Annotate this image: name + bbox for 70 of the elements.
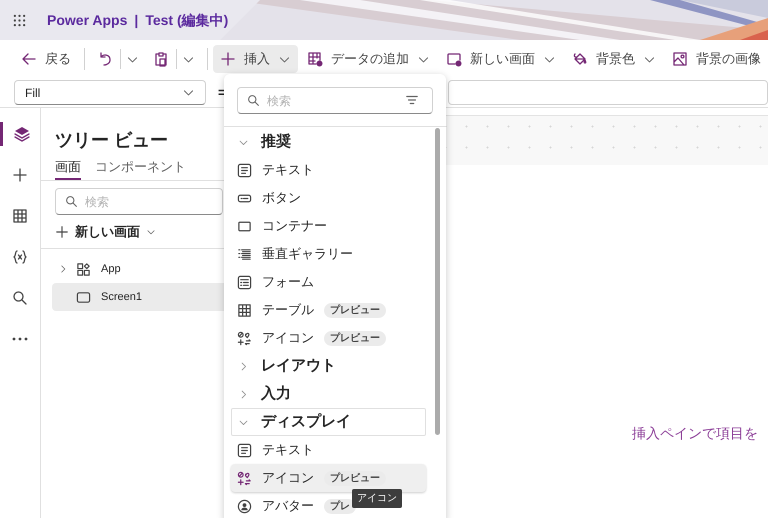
table-grid-icon bbox=[237, 302, 252, 318]
app-launcher-button[interactable] bbox=[11, 12, 27, 28]
control-item[interactable]: フォーム bbox=[231, 268, 316, 296]
canvas-hint: 挿入ペインで項目を bbox=[632, 424, 758, 443]
control-item[interactable]: テキスト bbox=[231, 156, 316, 184]
text-box-icon bbox=[237, 162, 252, 178]
screen-plus-icon bbox=[446, 51, 462, 67]
search-icon bbox=[12, 290, 28, 306]
category-header[interactable]: 推奨 bbox=[231, 128, 426, 156]
back-arrow-icon bbox=[21, 51, 37, 67]
control-item[interactable]: テーブル プレビュー bbox=[231, 296, 388, 324]
search-icon bbox=[65, 195, 78, 208]
category-header[interactable]: 入力 bbox=[231, 380, 426, 408]
search-field[interactable]: 検索 bbox=[237, 87, 433, 114]
preview-badge: プレビュー bbox=[324, 302, 386, 318]
panel-title: ツリー ビュー bbox=[54, 129, 170, 152]
layers-icon bbox=[14, 126, 30, 142]
text-box-icon bbox=[237, 442, 252, 458]
waffle-menu-icon bbox=[12, 14, 26, 26]
formula-field[interactable] bbox=[448, 80, 768, 105]
new-screen-button[interactable]: 新しい画面 bbox=[438, 45, 563, 73]
app-grid-icon bbox=[76, 262, 91, 276]
control-item[interactable]: ボタン bbox=[231, 184, 303, 212]
new-screen-button[interactable]: 新しい画面 bbox=[55, 222, 156, 242]
filter-button[interactable] bbox=[405, 93, 419, 107]
more-icon bbox=[12, 337, 28, 341]
control-item[interactable]: テキスト bbox=[231, 436, 316, 464]
filter-icon bbox=[405, 93, 419, 107]
list-icon bbox=[237, 246, 252, 262]
tree-item[interactable]: Screen1 bbox=[52, 283, 224, 311]
plus-icon bbox=[55, 225, 69, 239]
category-header[interactable]: ディスプレイ bbox=[231, 408, 426, 436]
add-data-button[interactable]: データの追加 bbox=[300, 45, 437, 73]
background-image-button[interactable]: 背景の画像 bbox=[664, 45, 768, 73]
screen-icon bbox=[76, 290, 91, 304]
title-separator: | bbox=[134, 10, 138, 30]
document-title: Test (編集中) bbox=[145, 10, 228, 30]
control-item[interactable]: 垂直ギャラリー bbox=[231, 240, 355, 268]
plus-icon bbox=[12, 167, 28, 183]
clipboard-icon bbox=[152, 51, 169, 67]
avatar-icon bbox=[237, 498, 252, 514]
background-color-button[interactable]: 背景色 bbox=[564, 45, 663, 73]
icon-tooltip: アイコン bbox=[352, 489, 402, 508]
form-icon bbox=[237, 274, 252, 290]
braces-variable-icon bbox=[12, 249, 28, 265]
control-item[interactable]: アイコン プレビュー bbox=[231, 324, 388, 352]
preview-badge: プレ bbox=[324, 498, 356, 514]
rectangle-icon bbox=[237, 218, 252, 234]
shapes-icon bbox=[237, 470, 252, 486]
control-item[interactable]: コンテナー bbox=[231, 212, 329, 240]
app-title: Power Apps bbox=[47, 10, 128, 30]
plus-icon bbox=[220, 51, 236, 67]
insert-button[interactable]: 挿入 bbox=[212, 45, 298, 73]
paint-bucket-icon bbox=[572, 51, 588, 67]
tab[interactable]: 画面 bbox=[55, 156, 81, 180]
table-grid-icon bbox=[12, 208, 28, 224]
tab[interactable]: コンポーネント bbox=[95, 156, 186, 180]
image-icon bbox=[672, 51, 688, 67]
search-field[interactable]: 検索 bbox=[55, 188, 223, 215]
tree-item[interactable]: App bbox=[52, 255, 224, 283]
search-icon bbox=[247, 94, 260, 107]
preview-badge: プレビュー bbox=[324, 330, 386, 346]
preview-badge: プレビュー bbox=[324, 470, 386, 486]
scrollbar[interactable] bbox=[435, 128, 440, 435]
category-header[interactable]: レイアウト bbox=[231, 352, 426, 380]
table-plus-icon bbox=[306, 51, 323, 67]
property-dropdown[interactable]: Fill bbox=[14, 80, 206, 105]
back-button[interactable]: 戻る bbox=[14, 45, 78, 73]
control-item[interactable]: アイコン プレビュー bbox=[231, 464, 426, 492]
shapes-icon bbox=[237, 330, 252, 346]
